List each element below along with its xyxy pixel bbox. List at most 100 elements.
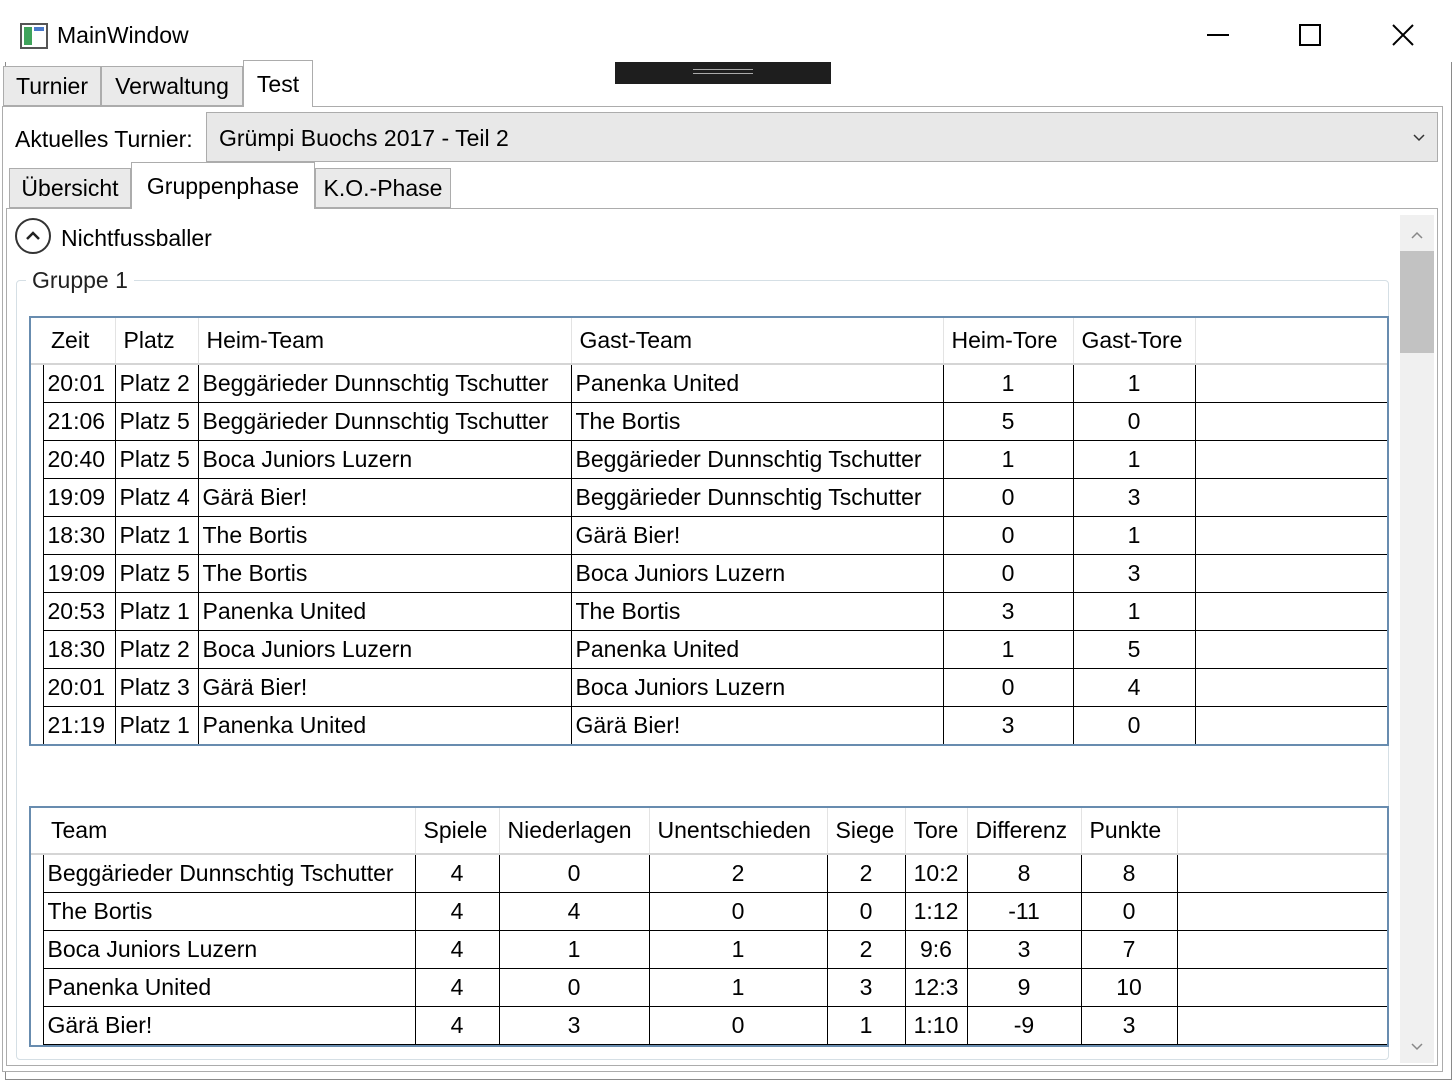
row-header[interactable]	[31, 706, 44, 744]
table-cell[interactable]: Gärä Bier!	[570, 516, 944, 555]
table-cell[interactable]: 0	[648, 892, 828, 931]
tab-turnier[interactable]: Turnier	[3, 66, 101, 106]
column-header[interactable]: Niederlagen	[499, 808, 650, 854]
table-cell[interactable]: 3	[1072, 478, 1196, 517]
table-cell[interactable]: 0	[942, 668, 1074, 707]
table-cell[interactable]: 0	[942, 478, 1074, 517]
table-cell[interactable]: 1	[648, 930, 828, 969]
scroll-down-button[interactable]	[1400, 1033, 1434, 1061]
row-header[interactable]	[31, 554, 44, 592]
table-row[interactable]: Beggärieder Dunnschtig Tschutter 4 0 2 2 10:2…	[31, 854, 1387, 893]
tab-uebersicht[interactable]: Übersicht	[9, 168, 131, 208]
table-cell[interactable]: Boca Juniors Luzern	[197, 630, 572, 669]
expander-toggle[interactable]	[15, 218, 51, 254]
table-row[interactable]: 19:09 Platz 5 The Bortis Boca Juniors Luzer…	[31, 554, 1387, 593]
table-cell[interactable]: 7	[1080, 930, 1178, 969]
table-row[interactable]: 19:09 Platz 4 Gärä Bier! Beggärieder Dunnsc…	[31, 478, 1387, 517]
table-cell[interactable]: Panenka United	[197, 706, 572, 744]
column-header[interactable]: Tore	[905, 808, 968, 854]
table-cell[interactable]: 1	[1072, 516, 1196, 555]
table-cell[interactable]: 10:2	[904, 854, 968, 893]
table-cell[interactable]: 4	[1072, 668, 1196, 707]
table-cell[interactable]: Gärä Bier!	[197, 478, 572, 517]
table-cell[interactable]: Boca Juniors Luzern	[570, 554, 944, 593]
table-cell[interactable]: 1	[1072, 440, 1196, 479]
column-header[interactable]: Platz	[115, 318, 199, 364]
vertical-scrollbar[interactable]	[1400, 215, 1434, 1063]
maximize-button[interactable]	[1280, 12, 1340, 58]
table-cell[interactable]: 1	[942, 364, 1074, 403]
column-header[interactable]: Zeit	[43, 318, 116, 364]
table-cell[interactable]: 0	[1072, 402, 1196, 441]
table-cell[interactable]: -11	[966, 892, 1082, 931]
table-cell[interactable]: 1	[1072, 364, 1196, 403]
table-cell[interactable]: 1:12	[904, 892, 968, 931]
table-cell[interactable]: 3	[1080, 1006, 1178, 1045]
table-cell[interactable]: Panenka United	[42, 968, 416, 1007]
scroll-up-button[interactable]	[1400, 221, 1434, 249]
table-cell[interactable]: Beggärieder Dunnschtig Tschutter	[197, 364, 572, 403]
column-header[interactable]: Differenz	[967, 808, 1082, 854]
tab-ko-phase[interactable]: K.O.-Phase	[315, 168, 451, 208]
tab-test[interactable]: Test	[243, 60, 313, 107]
table-row[interactable]: Gärä Bier! 4 3 0 1 1:10 -9 3	[31, 1006, 1387, 1045]
row-header[interactable]	[31, 478, 44, 516]
table-row[interactable]: Panenka United 4 0 1 3 12:3 9 10	[31, 968, 1387, 1007]
table-cell[interactable]: 10	[1080, 968, 1178, 1007]
table-cell[interactable]: 21:19	[42, 706, 116, 744]
table-cell[interactable]: 3	[942, 706, 1074, 744]
table-cell[interactable]: 4	[414, 892, 500, 931]
table-cell[interactable]: 20:40	[42, 440, 116, 479]
table-cell[interactable]: 12:3	[904, 968, 968, 1007]
table-row[interactable]: 18:30 Platz 1 The Bortis Gärä Bier! 0 1	[31, 516, 1387, 555]
table-cell[interactable]: Platz 1	[114, 516, 199, 555]
row-header[interactable]	[31, 1006, 44, 1044]
row-header[interactable]	[31, 968, 44, 1006]
table-cell[interactable]: Beggärieder Dunnschtig Tschutter	[197, 402, 572, 441]
table-row[interactable]: 20:53 Platz 1 Panenka United The Bortis 3 1	[31, 592, 1387, 631]
table-row[interactable]: 20:01 Platz 3 Gärä Bier! Boca Juniors Luzer…	[31, 668, 1387, 707]
table-cell[interactable]: Platz 2	[114, 630, 199, 669]
column-header[interactable]: Siege	[827, 808, 906, 854]
table-cell[interactable]: Panenka United	[570, 364, 944, 403]
table-cell[interactable]: 9:6	[904, 930, 968, 969]
table-cell[interactable]: Platz 5	[114, 402, 199, 441]
table-cell[interactable]: The Bortis	[197, 516, 572, 555]
table-cell[interactable]: The Bortis	[570, 592, 944, 631]
table-cell[interactable]: 5	[942, 402, 1074, 441]
table-cell[interactable]: 4	[414, 930, 500, 969]
table-cell[interactable]: Platz 1	[114, 706, 199, 744]
category-expander-label[interactable]: Nichtfussballer	[61, 225, 212, 252]
table-cell[interactable]: 3	[826, 968, 906, 1007]
close-button[interactable]	[1373, 12, 1433, 58]
table-cell[interactable]: 0	[942, 516, 1074, 555]
table-cell[interactable]: Panenka United	[197, 592, 572, 631]
row-header[interactable]	[31, 630, 44, 668]
table-cell[interactable]: 0	[1072, 706, 1196, 744]
table-cell[interactable]: 3	[942, 592, 1074, 631]
table-cell[interactable]: 5	[1072, 630, 1196, 669]
row-header[interactable]	[31, 668, 44, 706]
column-header[interactable]: Team	[43, 808, 416, 854]
table-cell[interactable]: 2	[648, 854, 828, 893]
table-cell[interactable]: 0	[498, 854, 650, 893]
row-header[interactable]	[31, 364, 44, 402]
tab-verwaltung[interactable]: Verwaltung	[101, 66, 243, 106]
column-header[interactable]: Gast-Tore	[1073, 318, 1196, 364]
column-header[interactable]: Unentschieden	[649, 808, 828, 854]
tab-gruppenphase[interactable]: Gruppenphase	[131, 162, 315, 209]
table-cell[interactable]: 20:01	[42, 364, 116, 403]
table-cell[interactable]: 1	[826, 1006, 906, 1045]
table-cell[interactable]: Platz 2	[114, 364, 199, 403]
table-cell[interactable]: Beggärieder Dunnschtig Tschutter	[570, 440, 944, 479]
table-cell[interactable]: 9	[966, 968, 1082, 1007]
table-cell[interactable]: 4	[498, 892, 650, 931]
table-cell[interactable]: 0	[942, 554, 1074, 593]
table-cell[interactable]: 1	[498, 930, 650, 969]
table-cell[interactable]: 4	[414, 1006, 500, 1045]
table-cell[interactable]: 4	[414, 968, 500, 1007]
table-cell[interactable]: Panenka United	[570, 630, 944, 669]
table-cell[interactable]: 19:09	[42, 554, 116, 593]
table-row[interactable]: 21:06 Platz 5 Beggärieder Dunnschtig Tschu…	[31, 402, 1387, 441]
table-cell[interactable]: 0	[1080, 892, 1178, 931]
